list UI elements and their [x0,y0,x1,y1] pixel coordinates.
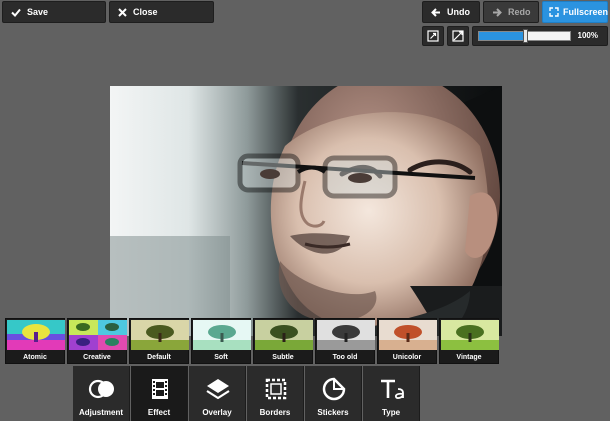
zoom-slider-fill [479,32,525,40]
zoom-fit-button[interactable] [422,26,444,46]
tree-preview-creative [69,320,127,350]
layers-icon [206,379,230,400]
close-button[interactable]: Close [109,1,214,23]
tool-adjustment[interactable]: Adjustment [73,366,130,421]
tool-effect[interactable]: Effect [131,366,188,421]
effect-thumbnail-strip: Atomic Creative Default Soft Subtle Too … [5,318,499,364]
tree-preview-too-old [317,320,375,350]
fullscreen-button[interactable]: Fullscreen [542,1,608,23]
portrait-photo [110,86,502,336]
undo-label: Undo [447,7,470,17]
adjustment-icon [88,379,114,399]
tool-type[interactable]: Type [363,366,420,421]
close-icon [118,7,127,17]
effect-thumb-creative[interactable]: Creative [67,318,127,364]
undo-button[interactable]: Undo [422,1,480,23]
tool-stickers[interactable]: Stickers [305,366,362,421]
tool-overlay[interactable]: Overlay [189,366,246,421]
film-icon [152,379,168,399]
effect-label: Default [147,354,171,361]
effect-thumb-unicolor[interactable]: Unicolor [377,318,437,364]
effect-label: Atomic [23,354,47,361]
effect-label: Vintage [456,354,482,361]
tool-label: Adjustment [79,408,123,417]
tree-preview-subtle [255,320,313,350]
tree-preview-atomic [7,320,65,350]
effect-label: Too old [332,354,358,361]
zoom-value: 100% [577,31,598,40]
zoom-slider-thumb[interactable] [522,29,528,43]
save-button[interactable]: Save [2,1,106,23]
effect-thumb-soft[interactable]: Soft [191,318,251,364]
tool-label: Effect [147,408,171,417]
tool-label: Borders [259,408,291,417]
checkmark-icon [11,8,21,17]
effect-thumb-too-old[interactable]: Too old [315,318,375,364]
fullscreen-label: Fullscreen [563,7,609,17]
redo-label: Redo [508,7,531,17]
zoom-slider[interactable] [478,29,571,43]
tree-preview-vintage [441,320,499,350]
tool-borders[interactable]: Borders [247,366,304,421]
photo-canvas[interactable] [110,86,502,336]
effect-label: Unicolor [392,354,422,361]
effect-thumb-atomic[interactable]: Atomic [5,318,65,364]
fit-screen-icon [427,30,439,42]
frame-icon [265,378,287,400]
save-label: Save [27,7,49,17]
type-icon [381,379,404,399]
arrow-left-icon [431,7,440,17]
tool-label: Overlay [202,408,232,417]
sticker-icon [322,377,346,401]
tool-label: Stickers [317,408,349,417]
close-label: Close [133,7,158,17]
tree-preview-soft [193,320,251,350]
effect-label: Creative [83,354,111,361]
zoom-panel: 100% [472,26,608,46]
effect-thumb-subtle[interactable]: Subtle [253,318,313,364]
redo-button[interactable]: Redo [483,1,539,23]
effect-label: Subtle [272,354,294,361]
tool-label: Type [381,408,401,417]
tree-preview-default [131,320,189,350]
effect-thumb-vintage[interactable]: Vintage [439,318,499,364]
zoom-actual-size-button[interactable] [447,26,469,46]
tool-bar: Adjustment Effect Overlay Borders Sticke… [73,366,421,421]
expand-icon [549,7,559,17]
tree-preview-unicolor [379,320,437,350]
effect-thumb-default[interactable]: Default [129,318,189,364]
effect-label: Soft [214,354,228,361]
actual-size-icon [452,30,464,42]
arrow-right-icon [493,7,502,17]
